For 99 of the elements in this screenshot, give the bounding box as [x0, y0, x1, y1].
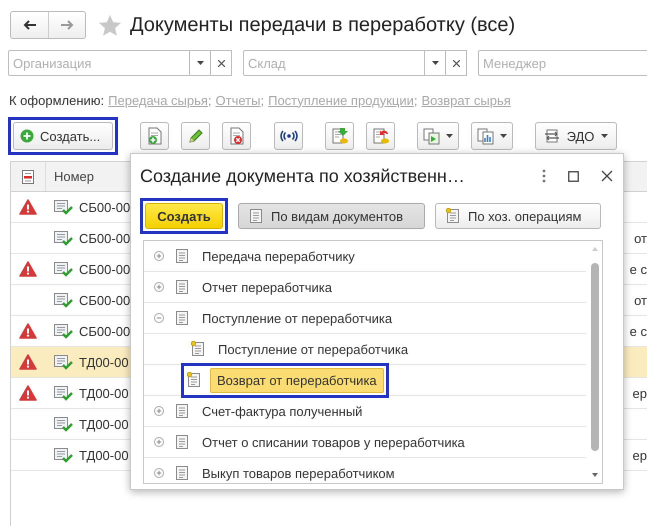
table-cell: СБ00-00 — [79, 200, 130, 214]
toolbar-button[interactable] — [471, 122, 513, 150]
clear-button[interactable] — [446, 50, 467, 76]
back-arrow-icon — [22, 20, 36, 30]
signal-icon — [280, 130, 298, 142]
tree-item[interactable]: Поступление от переработчика — [200, 308, 394, 328]
posted-document-icon — [53, 385, 73, 401]
table-cell: е с — [630, 262, 647, 276]
input-field[interactable]: Склад — [243, 50, 425, 76]
page-title: Документы передачи в переработку (все) — [130, 14, 516, 36]
collapse-icon[interactable] — [154, 313, 164, 323]
toolbar-button[interactable] — [140, 122, 169, 150]
separator: ; — [208, 92, 212, 108]
tree-item[interactable]: Возврат от переработчика — [210, 368, 384, 392]
tree-item[interactable]: Отчет о списании товаров у переработчика — [200, 432, 467, 452]
input-field[interactable]: Организация — [8, 50, 190, 76]
toolbar-button[interactable] — [181, 122, 210, 150]
caret-icon — [196, 61, 204, 65]
close-icon — [452, 60, 460, 66]
dropdown-button[interactable] — [190, 50, 211, 76]
expand-icon[interactable] — [154, 468, 164, 478]
delete-document-icon — [228, 127, 244, 145]
toolbar-button[interactable] — [366, 122, 395, 150]
mode-button[interactable]: По видам документов — [238, 203, 425, 229]
posted-document-icon — [53, 199, 73, 215]
caret-icon — [432, 61, 438, 65]
clear-button[interactable] — [211, 50, 232, 76]
table-cell: ер — [632, 386, 647, 400]
document-icon — [175, 248, 189, 264]
exchange-icon — [544, 129, 560, 143]
add-document-icon — [146, 127, 162, 145]
operation-icon — [187, 372, 201, 388]
toolbar-button[interactable] — [274, 122, 303, 150]
document-icon — [175, 465, 189, 481]
posted-document-icon — [53, 416, 73, 432]
tree-item[interactable]: Счет-фактура полученный — [200, 400, 364, 422]
table-cell: ТД00-00 — [79, 416, 129, 432]
operation-icon — [191, 341, 205, 357]
document-icon — [175, 403, 189, 419]
table-cell: СБ00-00 — [79, 292, 130, 308]
tree-item[interactable]: Отчет переработчика — [200, 276, 334, 298]
expand-icon[interactable] — [154, 282, 164, 292]
table-cell: СБ00-00 — [79, 230, 130, 246]
scroll-down-icon[interactable] — [592, 473, 598, 477]
document-icon — [249, 208, 263, 224]
posted-document-icon — [53, 354, 73, 370]
table-cell: ТД00-00 — [79, 354, 129, 370]
dialog-title: Создание документа по хозяйственн… — [140, 166, 466, 186]
table-cell: е с — [630, 324, 647, 338]
table-cell: от — [634, 230, 647, 246]
document-icon — [175, 434, 189, 450]
more-icon[interactable] — [542, 169, 546, 183]
report-icon — [477, 127, 495, 145]
post-document-icon — [330, 127, 348, 145]
toolbar-button[interactable] — [325, 122, 354, 150]
pencil-icon — [188, 128, 204, 144]
separator: ; — [260, 92, 264, 108]
document-icon — [175, 279, 189, 295]
toolbar-button[interactable] — [222, 122, 251, 150]
section-label: К оформлению: — [9, 92, 104, 108]
table-cell: ер — [632, 448, 647, 462]
toolbar-button[interactable] — [417, 122, 459, 150]
input-field[interactable]: Менеджер — [478, 50, 647, 76]
posted-document-icon — [53, 447, 73, 463]
document-icon — [21, 168, 35, 184]
table-cell: СБ00-00 — [79, 324, 130, 338]
edo-button[interactable]: ЭДО — [535, 122, 617, 150]
forward-arrow-icon — [60, 20, 74, 30]
tree-item[interactable]: Выкуп товаров переработчиком — [200, 462, 397, 483]
table-cell: ТД00-00 — [79, 448, 129, 462]
create-button[interactable]: Создать... — [13, 122, 113, 150]
document-icon — [175, 310, 189, 326]
dropdown-button[interactable] — [425, 50, 446, 76]
table-cell: СБ00-00 — [79, 262, 130, 276]
create-button[interactable]: Создать — [145, 203, 223, 229]
tree-item[interactable]: Передача переработчику — [200, 246, 357, 266]
posted-document-icon — [53, 261, 73, 277]
table-cell: ТД00-00 — [79, 386, 129, 400]
close-icon[interactable] — [601, 170, 613, 182]
posted-document-icon — [53, 323, 73, 339]
expand-icon[interactable] — [154, 437, 164, 447]
tree-item[interactable]: Поступление от переработчика — [216, 338, 410, 360]
mode-button[interactable]: По хоз. операциям — [435, 203, 601, 229]
expand-icon[interactable] — [154, 251, 164, 261]
close-icon — [218, 60, 224, 66]
unpost-document-icon — [372, 127, 390, 145]
expand-icon[interactable] — [154, 406, 164, 416]
maximize-icon[interactable] — [568, 170, 579, 182]
caret-icon — [601, 134, 608, 138]
caret-icon — [446, 134, 453, 138]
plus-icon — [20, 129, 34, 143]
posted-document-icon — [53, 292, 73, 308]
separator: ; — [414, 92, 418, 108]
documents-icon — [423, 127, 441, 145]
operation-icon — [446, 208, 460, 224]
caret-icon — [500, 134, 507, 138]
posted-document-icon — [53, 230, 73, 246]
star-icon[interactable] — [98, 14, 122, 36]
table-cell: от — [634, 292, 647, 308]
